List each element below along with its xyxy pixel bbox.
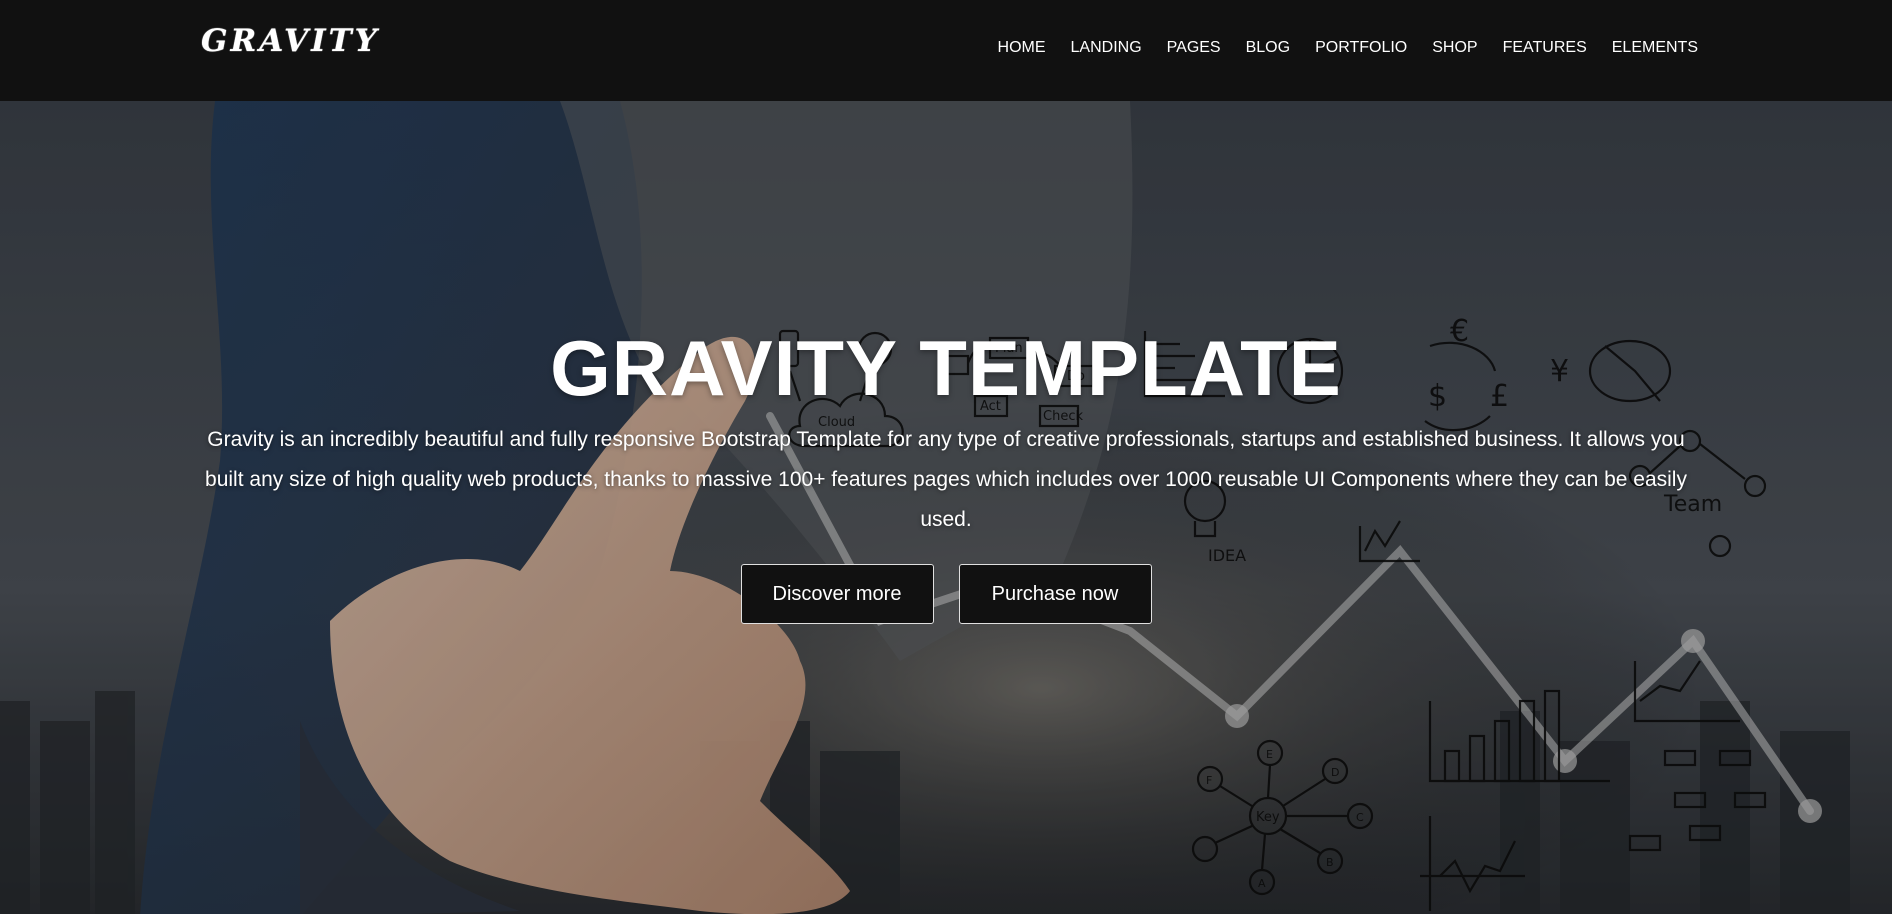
nav-item-landing[interactable]: LANDING — [1071, 39, 1142, 57]
purchase-now-button[interactable]: Purchase now — [958, 564, 1152, 624]
top-navbar: GRAVITY HOME LANDING PAGES BLOG PORTFOLI… — [0, 0, 1892, 101]
hero-description: Gravity is an incredibly beautiful and f… — [205, 428, 1687, 531]
nav-item-elements[interactable]: ELEMENTS — [1612, 39, 1698, 57]
nav-item-portfolio[interactable]: PORTFOLIO — [1315, 39, 1407, 57]
site-logo[interactable]: GRAVITY — [201, 26, 380, 57]
nav-item-shop[interactable]: SHOP — [1432, 39, 1477, 57]
nav-item-blog[interactable]: BLOG — [1246, 39, 1290, 57]
nav-item-home[interactable]: HOME — [998, 39, 1046, 57]
discover-more-button[interactable]: Discover more — [740, 564, 934, 624]
hero-buttons: Discover more Purchase now — [0, 564, 1892, 624]
main-nav: HOME LANDING PAGES BLOG PORTFOLIO SHOP F… — [973, 39, 1698, 57]
hero-title: GRAVITY TEMPLATE — [550, 324, 1342, 412]
hero-content: GRAVITY TEMPLATE Gravity is an incredibl… — [0, 322, 1892, 624]
nav-item-pages[interactable]: PAGES — [1167, 39, 1221, 57]
nav-item-features[interactable]: FEATURES — [1503, 39, 1587, 57]
